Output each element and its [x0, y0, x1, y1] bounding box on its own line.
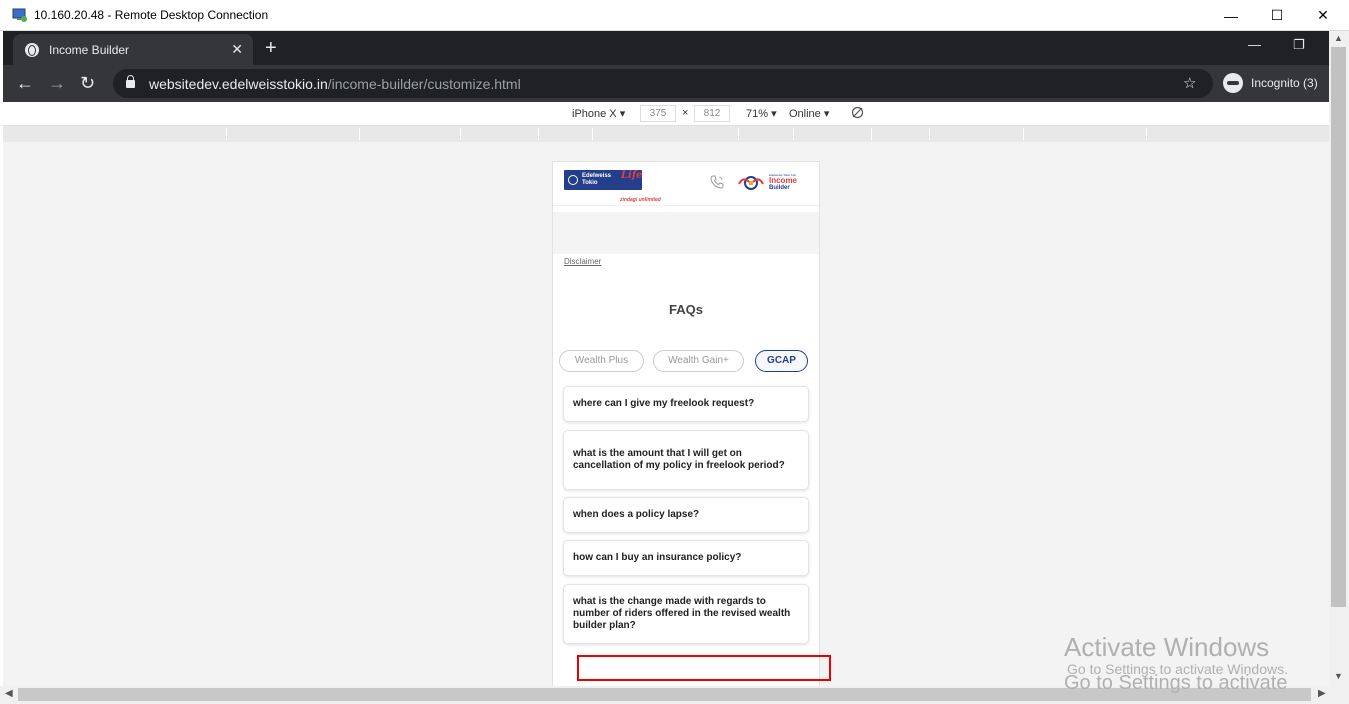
- rdp-maximize-button[interactable]: ☐: [1254, 0, 1300, 31]
- ruler-segment: [538, 128, 539, 140]
- ruler-segment: [929, 128, 930, 140]
- device-name: iPhone X: [572, 108, 617, 120]
- device-viewport: Edelweiss Tokio Life zindagi unlimited E…: [3, 142, 1329, 686]
- tab-wealth-gain[interactable]: Wealth Gain+: [653, 350, 744, 372]
- bookmark-star-icon[interactable]: ☆: [1183, 74, 1196, 92]
- chrome-tab-strip: Income Builder ✕ + — ❐: [3, 31, 1329, 65]
- media-query-ruler[interactable]: [3, 126, 1329, 142]
- incognito-label: Incognito (3): [1251, 76, 1318, 90]
- faq-question[interactable]: what is the amount that I will get on ca…: [563, 430, 809, 490]
- device-width-input[interactable]: 375: [640, 105, 676, 122]
- incognito-button[interactable]: Incognito (3): [1217, 68, 1327, 98]
- vertical-scroll-thumb[interactable]: [1331, 47, 1346, 607]
- faq-question[interactable]: where can I give my freelook request?: [563, 386, 809, 422]
- faq-question[interactable]: when does a policy lapse?: [563, 497, 809, 533]
- chrome-toolbar: ← → ↻ websitedev.edelweisstokio.in/incom…: [3, 65, 1329, 102]
- rdp-title-text: 10.160.20.48 - Remote Desktop Connection: [34, 8, 269, 22]
- incognito-icon: [1223, 73, 1243, 93]
- rotate-icon[interactable]: [851, 106, 864, 122]
- site-header: Edelweiss Tokio Life zindagi unlimited E…: [553, 162, 819, 206]
- tab-wealth-plus[interactable]: Wealth Plus: [559, 350, 644, 372]
- faq-title: FAQs: [669, 302, 703, 317]
- tab-gcap[interactable]: GCAP: [755, 350, 808, 372]
- logo2-income: Income: [769, 176, 798, 185]
- device-select[interactable]: iPhone X ▾: [572, 107, 625, 120]
- remote-desktop-icon: [12, 7, 28, 23]
- logo-brand-line2: Tokio: [582, 180, 598, 186]
- forward-icon[interactable]: →: [48, 73, 66, 94]
- lock-icon: [126, 74, 135, 88]
- logo-circle-icon: [568, 175, 578, 185]
- scroll-down-icon[interactable]: ▼: [1334, 671, 1343, 681]
- ruler-segment: [871, 128, 872, 140]
- back-icon[interactable]: ←: [16, 73, 34, 94]
- url-path: /income-builder/customize.html: [327, 75, 521, 92]
- chrome-minimize-button[interactable]: —: [1248, 37, 1261, 52]
- logo2-builder: Builder: [769, 185, 790, 191]
- banner-placeholder: [553, 212, 819, 254]
- tab-close-icon[interactable]: ✕: [231, 41, 243, 58]
- disclaimer-link[interactable]: Disclaimer: [564, 257, 601, 266]
- ruler-segment: [460, 128, 461, 140]
- zoom-select[interactable]: 71% ▾: [746, 107, 777, 120]
- rdp-title-bar: 10.160.20.48 - Remote Desktop Connection: [0, 0, 1349, 31]
- faq-question[interactable]: how can I buy an insurance policy?: [563, 540, 809, 576]
- watermark-line3: Go to Settings to activate: [1064, 672, 1288, 694]
- chrome-restore-button[interactable]: ❐: [1293, 37, 1305, 53]
- device-height-input[interactable]: 812: [694, 105, 730, 122]
- windows-activation-watermark: Activate Windows Go to Settings to activ…: [1064, 632, 1288, 694]
- logo-life: Life: [621, 170, 643, 181]
- income-builder-emblem-icon: [738, 174, 764, 192]
- rdp-minimize-button[interactable]: —: [1208, 0, 1254, 31]
- ruler-segment: [738, 128, 739, 140]
- reload-icon[interactable]: ↻: [80, 73, 95, 94]
- highlight-box: [577, 655, 831, 681]
- device-toolbar: iPhone X ▾ 375 × 812 71% ▾ Online ▾: [3, 102, 1329, 126]
- ruler-segment: [359, 128, 360, 140]
- tab-title: Income Builder: [49, 42, 130, 57]
- rdp-close-button[interactable]: ✕: [1300, 0, 1346, 31]
- watermark-line1: Activate Windows: [1064, 632, 1270, 662]
- scroll-up-icon[interactable]: ▲: [1334, 33, 1343, 43]
- network-select[interactable]: Online ▾: [789, 107, 829, 120]
- dimension-separator: ×: [682, 107, 689, 119]
- url-host: websitedev.edelweisstokio.in: [149, 75, 328, 92]
- network-value: Online: [789, 108, 821, 120]
- globe-icon: [25, 42, 39, 57]
- ruler-segment: [1146, 128, 1147, 140]
- faq-question[interactable]: what is the change made with regards to …: [563, 584, 809, 644]
- ruler-segment: [226, 128, 227, 140]
- zoom-value: 71%: [746, 108, 769, 120]
- scroll-left-icon[interactable]: ◀: [5, 688, 13, 699]
- new-tab-button[interactable]: +: [265, 37, 277, 60]
- address-bar[interactable]: websitedev.edelweisstokio.in/income-buil…: [113, 69, 1213, 98]
- tab-income-builder[interactable]: Income Builder ✕: [13, 34, 253, 65]
- ruler-segment: [592, 128, 593, 140]
- vertical-scrollbar[interactable]: ▲ ▼: [1329, 31, 1349, 686]
- phone-icon[interactable]: [710, 175, 724, 189]
- phone-screen: Edelweiss Tokio Life zindagi unlimited E…: [552, 161, 820, 686]
- logo-tagline: zindagi unlimited: [620, 197, 661, 203]
- ruler-segment: [793, 128, 794, 140]
- edelweiss-tokio-logo[interactable]: Edelweiss Tokio Life zindagi unlimited: [564, 170, 661, 203]
- scroll-right-icon[interactable]: ▶: [1318, 688, 1326, 699]
- income-builder-logo[interactable]: Edelweiss Tokio Life Income Builder: [738, 172, 810, 194]
- ruler-segment: [1023, 128, 1024, 140]
